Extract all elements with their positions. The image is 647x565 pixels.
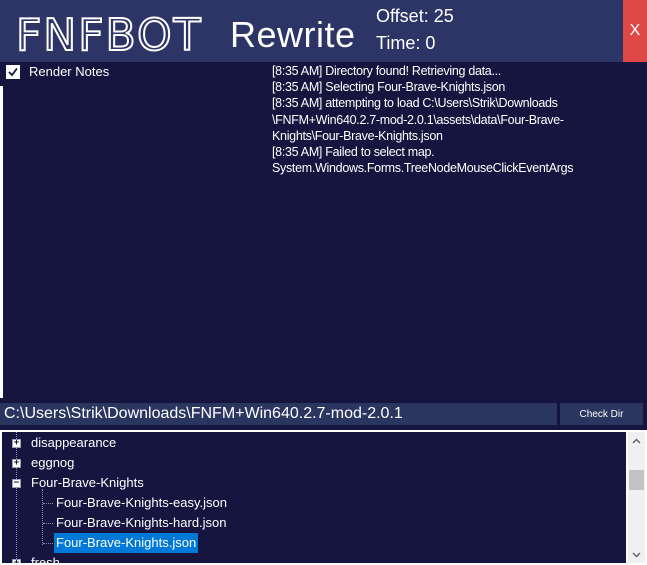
directory-input[interactable] (0, 403, 557, 425)
svg-text:FNFBOT: FNFBOT (16, 10, 202, 60)
expand-icon[interactable]: + (12, 459, 21, 468)
scroll-thumb[interactable] (629, 470, 644, 490)
tree-scrollbar[interactable] (628, 432, 645, 563)
render-notes-option[interactable]: Render Notes (6, 64, 109, 79)
check-dir-button[interactable]: Check Dir (560, 403, 643, 425)
offset-readout: Offset: 25 (376, 6, 454, 26)
tree-connector (43, 543, 53, 544)
directory-row: Check Dir (0, 401, 647, 428)
tree-connector (42, 489, 43, 545)
tree-node-eggnog[interactable]: eggnog (31, 453, 74, 473)
left-edge-divider (0, 86, 3, 398)
scroll-up-icon[interactable] (628, 432, 645, 449)
tree-connector (16, 432, 17, 563)
scroll-down-icon[interactable] (628, 546, 645, 563)
checkmark-icon (8, 67, 18, 76)
app-window: FNFBOT Rewrite Offset: 25 Time: 0 X Rend… (0, 0, 647, 565)
collapse-icon[interactable]: − (12, 479, 21, 488)
tree-node-hard-json[interactable]: Four-Brave-Knights-hard.json (56, 513, 227, 533)
file-tree[interactable]: + disappearance + eggnog − Four-Brave-Kn… (2, 432, 626, 563)
log-line: [8:35 AM] Selecting Four-Brave-Knights.j… (272, 80, 506, 95)
log-line: [8:35 AM] attempting to load C:\Users\St… (272, 96, 564, 143)
fnfbot-logo: FNFBOT (15, 9, 202, 60)
tree-node-disappearance[interactable]: disappearance (31, 433, 116, 453)
tree-node-normal-json[interactable]: Four-Brave-Knights.json (54, 533, 199, 553)
tree-connector (43, 503, 53, 504)
time-readout: Time: 0 (376, 33, 436, 53)
tree-connector (43, 523, 53, 524)
tree-node-fresh[interactable]: fresh (31, 553, 60, 563)
expand-icon[interactable]: + (12, 559, 21, 563)
log-line: [8:35 AM] Directory found! Retrieving da… (272, 64, 501, 78)
title-bar: FNFBOT Rewrite Offset: 25 Time: 0 X (0, 0, 647, 62)
render-notes-checkbox[interactable] (6, 64, 20, 79)
log-line: [8:35 AM] Failed to select map. System.W… (272, 145, 574, 176)
log-output: [8:35 AM] Directory found! Retrieving da… (272, 63, 632, 176)
app-title: Rewrite (230, 14, 356, 55)
expand-icon[interactable]: + (12, 439, 21, 448)
render-notes-label: Render Notes (29, 64, 110, 79)
tree-node-four-brave-knights[interactable]: Four-Brave-Knights (31, 473, 144, 493)
close-button[interactable]: X (623, 0, 647, 62)
tree-node-easy-json[interactable]: Four-Brave-Knights-easy.json (56, 493, 227, 513)
file-tree-panel: + disappearance + eggnog − Four-Brave-Kn… (0, 430, 647, 565)
